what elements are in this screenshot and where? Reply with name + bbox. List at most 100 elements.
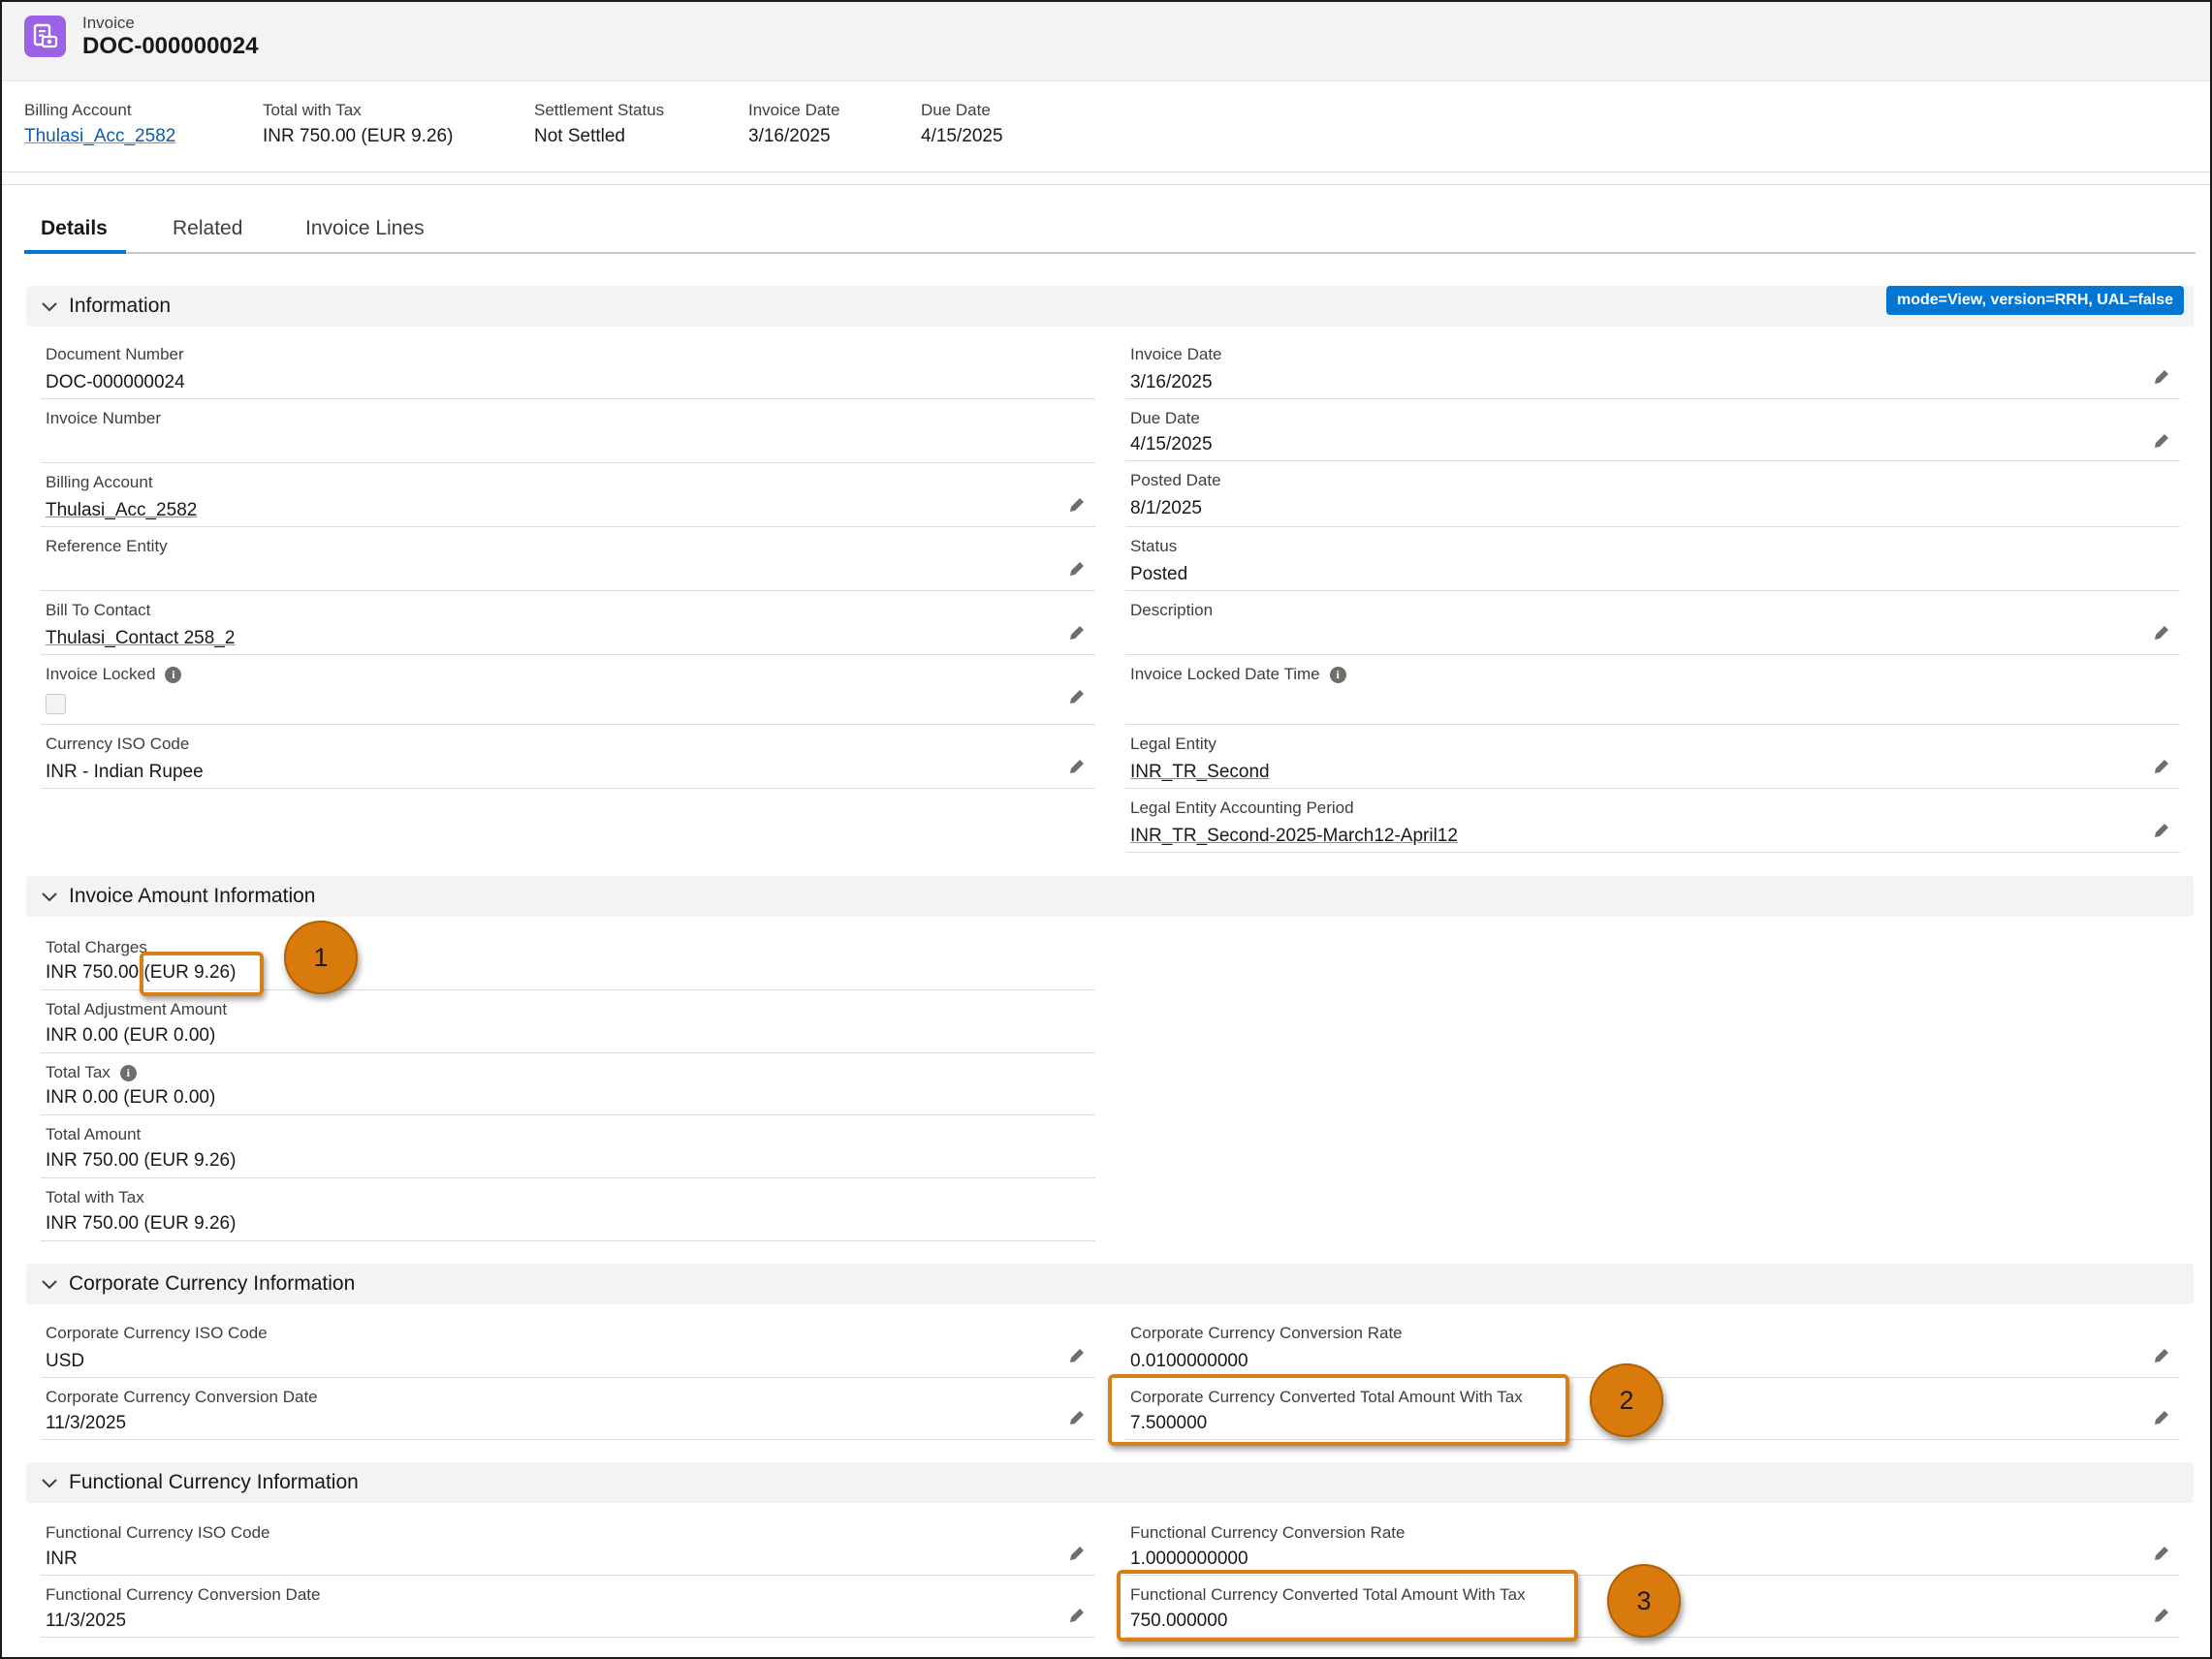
- section-title: Invoice Amount Information: [69, 885, 316, 907]
- callout-box-3: [1117, 1570, 1578, 1642]
- field-value: 0.0100000000: [1130, 1351, 1248, 1371]
- info-icon[interactable]: i: [1329, 667, 1346, 683]
- billing-account-link[interactable]: Thulasi_Acc_2582: [46, 500, 197, 521]
- pencil-icon[interactable]: [2153, 758, 2170, 775]
- section-corporate-currency-header[interactable]: Corporate Currency Information: [26, 1264, 2194, 1304]
- chevron-down-icon: [42, 1280, 57, 1290]
- field-value: INR 0.00 (EUR 0.00): [46, 1087, 216, 1108]
- field-legal-entity-accounting-period: Legal Entity Accounting Period INR_TR_Se…: [1125, 789, 2180, 853]
- field-label: Due Date: [1130, 409, 1200, 427]
- field-value: 4/15/2025: [1130, 434, 1213, 454]
- field-total-adjustment-amount: Total Adjustment Amount INR 0.00 (EUR 0.…: [41, 990, 1095, 1053]
- callout-box-1: [140, 952, 264, 996]
- field-label: Total Amount: [46, 1125, 142, 1143]
- highlight-label: Total with Tax: [263, 101, 362, 119]
- highlight-label: Invoice Date: [748, 101, 840, 119]
- field-label: Total Adjustment Amount: [46, 1000, 228, 1018]
- field-total-with-tax: Total with Tax INR 750.00 (EUR 9.26): [41, 1178, 1095, 1241]
- pencil-icon[interactable]: [2153, 432, 2170, 450]
- pencil-icon[interactable]: [1068, 1409, 1086, 1426]
- field-value: INR - Indian Rupee: [46, 762, 204, 782]
- highlight-value: 3/16/2025: [748, 126, 831, 146]
- field-total-amount: Total Amount INR 750.00 (EUR 9.26): [41, 1115, 1095, 1178]
- field-invoice-date: Invoice Date 3/16/2025: [1125, 335, 2180, 399]
- field-label: Description: [1130, 601, 1214, 619]
- pencil-icon[interactable]: [1068, 624, 1086, 642]
- section-invoice-amount-header[interactable]: Invoice Amount Information: [26, 876, 2194, 917]
- field-label: Posted Date: [1130, 471, 1221, 489]
- field-total-tax: Total Tax i INR 0.00 (EUR 0.00): [41, 1053, 1095, 1115]
- field-label: Document Number: [46, 345, 184, 363]
- field-label: Total Tax i: [46, 1063, 137, 1082]
- tab-details[interactable]: Details: [41, 217, 108, 240]
- field-value: DOC-000000024: [46, 372, 185, 392]
- highlight-value: INR 750.00 (EUR 9.26): [263, 126, 454, 146]
- field-corporate-currency-conversion-date: Corporate Currency Conversion Date 11/3/…: [41, 1378, 1095, 1440]
- pencil-icon[interactable]: [2153, 1347, 2170, 1364]
- highlight-value: Not Settled: [534, 126, 625, 146]
- chevron-down-icon: [42, 1479, 57, 1488]
- field-label: Billing Account: [46, 473, 153, 491]
- pencil-icon[interactable]: [1068, 758, 1086, 775]
- field-value: 1.0000000000: [1130, 1549, 1248, 1569]
- pencil-icon[interactable]: [1068, 1607, 1086, 1624]
- section-title: Information: [69, 295, 172, 317]
- record-title: DOC-000000024: [82, 33, 259, 59]
- field-label-text: Invoice Locked: [46, 665, 156, 683]
- pencil-icon[interactable]: [1068, 1545, 1086, 1562]
- legal-entity-link[interactable]: INR_TR_Second: [1130, 762, 1270, 783]
- field-posted-date: Posted Date 8/1/2025: [1125, 461, 2180, 527]
- pencil-icon[interactable]: [1068, 496, 1086, 514]
- pencil-icon[interactable]: [2153, 1409, 2170, 1426]
- active-tab-indicator: [24, 250, 126, 254]
- highlight-label: Due Date: [921, 101, 991, 119]
- field-label: Legal Entity: [1130, 735, 1217, 753]
- highlight-invoice-date: Invoice Date 3/16/2025: [748, 101, 840, 147]
- field-functional-currency-iso-code: Functional Currency ISO Code INR: [41, 1514, 1095, 1576]
- info-icon[interactable]: i: [165, 667, 182, 683]
- object-type-label: Invoice: [82, 14, 135, 32]
- info-icon[interactable]: i: [119, 1065, 137, 1081]
- field-label: Invoice Date: [1130, 345, 1222, 363]
- highlight-billing-account: Billing Account Thulasi_Acc_2582: [24, 101, 175, 147]
- pencil-icon[interactable]: [1068, 688, 1086, 705]
- section-functional-currency-header[interactable]: Functional Currency Information: [26, 1462, 2194, 1503]
- pencil-icon[interactable]: [2153, 1545, 2170, 1562]
- field-reference-entity: Reference Entity: [41, 527, 1095, 591]
- pencil-icon[interactable]: [2153, 368, 2170, 386]
- field-document-number: Document Number DOC-000000024: [41, 335, 1095, 399]
- highlight-settlement-status: Settlement Status Not Settled: [534, 101, 664, 147]
- field-label: Corporate Currency Conversion Date: [46, 1388, 318, 1406]
- invoice-locked-checkbox: [46, 694, 66, 714]
- tab-invoice-lines[interactable]: Invoice Lines: [305, 217, 425, 240]
- pencil-icon[interactable]: [1068, 1347, 1086, 1364]
- highlight-due-date: Due Date 4/15/2025: [921, 101, 1003, 147]
- field-label: Invoice Locked i: [46, 665, 182, 684]
- highlight-label: Settlement Status: [534, 101, 665, 119]
- chevron-down-icon: [42, 302, 57, 312]
- field-label: Invoice Number: [46, 409, 162, 427]
- accounting-period-link[interactable]: INR_TR_Second-2025-March12-April12: [1130, 826, 1458, 847]
- field-label: Corporate Currency Conversion Rate: [1130, 1324, 1403, 1342]
- field-value: 11/3/2025: [46, 1611, 127, 1631]
- callout-number-3: 3: [1607, 1564, 1681, 1638]
- field-label: Total Charges: [46, 938, 147, 956]
- pencil-icon[interactable]: [2153, 1607, 2170, 1624]
- field-label: Legal Entity Accounting Period: [1130, 798, 1354, 817]
- bill-to-contact-link[interactable]: Thulasi_Contact 258_2: [46, 628, 235, 649]
- field-functional-currency-conversion-date: Functional Currency Conversion Date 11/3…: [41, 1576, 1095, 1638]
- tab-related[interactable]: Related: [173, 217, 242, 240]
- field-label: Functional Currency Conversion Date: [46, 1585, 321, 1604]
- field-label-text: Total Tax: [46, 1063, 111, 1081]
- section-information-header[interactable]: Information mode=View, version=RRH, UAL=…: [26, 286, 2194, 327]
- pencil-icon[interactable]: [2153, 822, 2170, 839]
- pencil-icon[interactable]: [1068, 560, 1086, 578]
- pencil-icon[interactable]: [2153, 624, 2170, 642]
- field-label: Bill To Contact: [46, 601, 151, 619]
- callout-number-1: 1: [284, 921, 358, 994]
- field-invoice-number: Invoice Number: [41, 399, 1095, 463]
- highlight-label: Billing Account: [24, 101, 132, 119]
- billing-account-link[interactable]: Thulasi_Acc_2582: [24, 126, 175, 147]
- field-label: Invoice Locked Date Time i: [1130, 665, 1346, 684]
- chevron-down-icon: [42, 892, 57, 902]
